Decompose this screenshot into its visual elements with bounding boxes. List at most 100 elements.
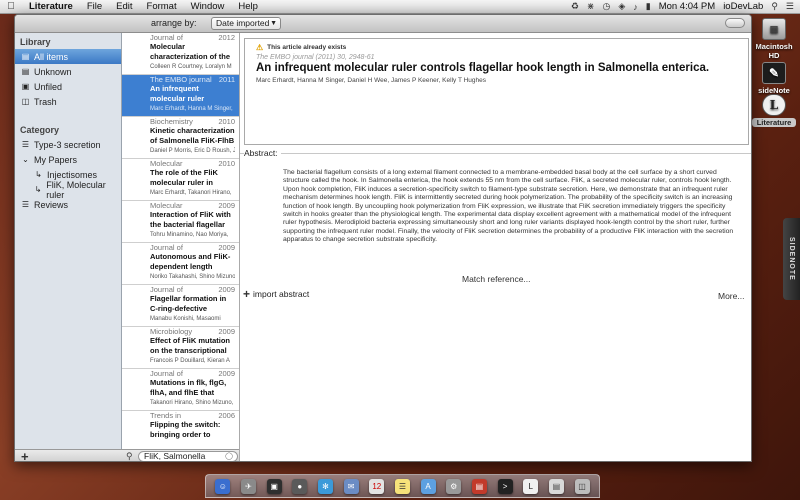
time-machine-icon[interactable]: ◷ (602, 1, 610, 12)
entry-year: 2009 (218, 243, 235, 252)
list-item[interactable]: Journal of 2012 Molecular characterizatio… (122, 33, 239, 75)
launchpad-icon[interactable]: ✈ (240, 478, 256, 494)
sidenote-app-icon: ✎ (762, 62, 786, 84)
entry-authors: Manabu Konishi, Masaomi (150, 316, 221, 322)
article-list: Journal of 2012 Molecular characterizatio… (122, 33, 240, 461)
volume-icon[interactable]: ♪ (633, 2, 638, 12)
entry-year: 2009 (218, 369, 235, 378)
search-input[interactable]: FliK, Salmonella ◯ (138, 451, 238, 461)
entry-title: Kinetic characterization of Salmonella F… (150, 126, 235, 145)
sidebar-item-type3-secretion[interactable]: ☰ Type-3 secretion (15, 137, 121, 152)
list-item[interactable]: Molecular 2010 The role of the FliK molec… (122, 159, 239, 201)
subcategory-icon: ↳ (35, 170, 42, 179)
menu-format[interactable]: Format (140, 1, 184, 12)
desktop-literature-icon[interactable]: L Literature (752, 94, 796, 127)
documents-icon: ▤ (21, 52, 30, 61)
entry-year: 2009 (218, 285, 235, 294)
entry-authors: Takanori Hirano, Shino Mizuno, (150, 400, 234, 406)
entry-title: Flagellar formation in C-ring-defective … (150, 294, 227, 313)
list-item[interactable]: Biochemistry 2010 Kinetic characterizatio… (122, 117, 239, 159)
sidebar-item-trash[interactable]: ◫ Trash (15, 94, 121, 109)
system-preferences-icon[interactable]: ⚙ (446, 478, 462, 494)
entry-title: Flipping the switch: bringing order to f… (150, 420, 221, 439)
entry-title: An infrequent molecular ruler controls f… (150, 84, 205, 103)
sidebar-item-label: Reviews (34, 199, 69, 210)
list-item[interactable]: Journal of 2009 Autonomous and FliK-depen… (122, 243, 239, 285)
sidenote-tab[interactable]: SIDENOTE (783, 218, 800, 300)
entry-year: 2009 (218, 327, 235, 336)
plus-icon: + (243, 286, 251, 301)
library-header: Library (20, 37, 51, 47)
menu-help[interactable]: Help (231, 1, 265, 12)
menu-user[interactable]: ioDevLab (723, 1, 763, 12)
bluetooth-icon[interactable]: ⋇ (587, 1, 595, 12)
app-store-icon[interactable]: A (420, 478, 436, 494)
trash-icon: ◫ (21, 97, 30, 106)
desktop-sidenote-icon[interactable]: ✎ sideNote (752, 62, 796, 95)
match-reference-button[interactable]: Match reference... (462, 274, 531, 284)
more-button[interactable]: More... (718, 291, 744, 301)
search-value: FliK, Salmonella (144, 451, 206, 461)
list-icon: ☰ (21, 200, 30, 209)
entry-journal: Trends in (150, 411, 181, 420)
import-abstract-button[interactable]: + import abstract (243, 286, 309, 301)
sidebar-item-label: Unfiled (34, 81, 63, 92)
sidebar-item-label: Unknown (34, 66, 72, 77)
article-info-box: ⚠ This article already exists The EMBO j… (244, 38, 749, 145)
notes-icon[interactable]: ☰ (394, 478, 410, 494)
desktop-hd-icon[interactable]: ▤ Macintosh HD (752, 18, 796, 60)
calendar-icon[interactable]: 12 (369, 478, 385, 494)
detail-pane: ⚠ This article already exists The EMBO j… (240, 33, 751, 461)
search-icon[interactable]: ⚲ (126, 451, 133, 461)
list-item[interactable]: The EMBO journal 2011 An infrequent molec… (122, 75, 239, 117)
photo-icon[interactable]: ● (292, 478, 308, 494)
list-item[interactable]: Journal of 2009 Flagellar formation in C-… (122, 285, 239, 327)
list-item[interactable]: Microbiology 2009 Effect of FliK mutation… (122, 327, 239, 369)
notification-icon[interactable]: ☰ (786, 1, 794, 12)
terminal-icon[interactable]: > (497, 478, 513, 494)
search-clear-icon[interactable]: ◯ (225, 452, 233, 461)
dock: ☺ ✈ ▣ ● ✻ ✉ 12 ☰ A ⚙ ▤ > L ▤ ◫ (205, 474, 600, 498)
sidebar-item-flik-molecular-ruler[interactable]: ↳ FliK, Molecular ruler (15, 180, 121, 200)
battery-icon[interactable]: ▮ (646, 1, 651, 12)
documents-stack-icon[interactable]: ▤ (548, 478, 564, 494)
arrange-value: Date imported (216, 18, 270, 28)
sidebar-item-my-papers[interactable]: ⌄ My Papers (15, 152, 121, 167)
toolbar-toggle-button[interactable] (725, 18, 745, 28)
pdf-icon[interactable]: ▤ (471, 478, 487, 494)
entry-authors: Marc Erhardt, Takanori Hirano, (150, 190, 232, 196)
sidebar-item-unfiled[interactable]: ▣ Unfiled (15, 79, 121, 94)
menu-edit[interactable]: Edit (109, 1, 139, 12)
safari-icon[interactable]: ✻ (317, 478, 333, 494)
entry-year: 2011 (218, 75, 235, 84)
spotlight-icon[interactable]: ⚲ (771, 1, 778, 12)
sync-icon[interactable]: ♻ (571, 1, 579, 12)
trash-icon[interactable]: ◫ (574, 478, 590, 494)
sidebar-item-all-items[interactable]: ▤ All items (15, 49, 121, 64)
entry-authors: Francois P Douillard, Kieran A (150, 358, 230, 364)
list-item[interactable]: Molecular 2009 Interaction of FliK with t… (122, 201, 239, 243)
menu-file[interactable]: File (80, 1, 109, 12)
sidebar-item-label: All items (34, 51, 69, 62)
desktop-hd-label: Macintosh HD (755, 42, 793, 60)
menu-window[interactable]: Window (184, 1, 232, 12)
sidebar-item-unknown[interactable]: ▤ Unknown (15, 64, 121, 79)
finder-icon[interactable]: ☺ (215, 478, 231, 494)
apple-icon[interactable]:  (0, 1, 22, 12)
literature-app-icon: L (762, 94, 786, 116)
mission-control-icon[interactable]: ▣ (266, 478, 282, 494)
list-item[interactable]: Trends in 2006 Flipping the switch: bring… (122, 411, 239, 453)
article-meta: The EMBO journal (2011) 30, 2948-61 (256, 54, 375, 61)
entry-authors: Daniel P Morris, Eric D Roush, J (150, 148, 235, 154)
add-category-button[interactable]: + (21, 449, 29, 461)
wifi-icon[interactable]: ◈ (618, 1, 625, 12)
menu-clock[interactable]: Mon 4:04 PM (659, 1, 716, 12)
mail-icon[interactable]: ✉ (343, 478, 359, 494)
list-item[interactable]: Journal of 2009 Mutations in flk, flgG, f… (122, 369, 239, 411)
entry-journal: Molecular (150, 201, 183, 210)
chevron-down-icon[interactable]: ⌄ (20, 155, 31, 165)
literature-dock-icon[interactable]: L (523, 478, 539, 494)
menu-app-name[interactable]: Literature (22, 1, 80, 12)
entry-title: Molecular characterization of the (150, 42, 231, 61)
arrange-select[interactable]: Date imported ▼ (211, 17, 281, 30)
